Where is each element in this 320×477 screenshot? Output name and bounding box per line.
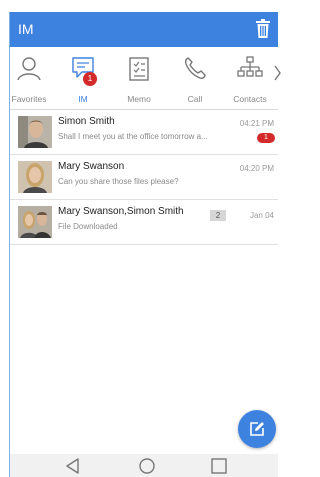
system-nav-bar (10, 454, 278, 477)
chevron-right-icon[interactable] (274, 65, 281, 81)
avatar (18, 161, 52, 193)
message-time: Jan 04 (249, 211, 274, 220)
trash-icon[interactable] (256, 19, 270, 38)
home-icon[interactable] (136, 457, 158, 475)
phone-icon (184, 57, 206, 79)
message-preview: Shall I meet you at the office tomorrow … (58, 132, 208, 141)
contact-name: Mary Swanson,Simon Smith (58, 206, 184, 217)
tab-label-im: IM (78, 94, 88, 104)
memo-icon (129, 57, 149, 81)
tab-label-memo: Memo (127, 94, 151, 104)
tab-im[interactable]: 1 IM (56, 47, 110, 109)
tab-contacts[interactable]: Contacts (223, 47, 277, 109)
compose-icon (250, 422, 264, 436)
contact-name: Mary Swanson (58, 161, 125, 172)
message-preview: Can you share those files please? (58, 177, 179, 186)
tab-label-favorites: Favorites (11, 94, 47, 104)
tab-bar: Favorites 1 IM Memo Call Contacts (10, 47, 281, 110)
phone-frame: IM Favorites 1 IM Memo Call Contacts Sim… (0, 0, 281, 477)
tab-memo[interactable]: Memo (112, 47, 166, 109)
recents-icon[interactable] (208, 457, 230, 475)
message-time: 04:21 PM (239, 119, 274, 128)
compose-button[interactable] (238, 410, 276, 448)
member-count-badge: 2 (210, 210, 226, 221)
conversation-row[interactable]: Simon Smith Shall I meet you at the offi… (10, 110, 278, 155)
tab-label-contacts: Contacts (233, 94, 267, 104)
contact-name: Simon Smith (58, 116, 115, 127)
message-preview: File Downloaded (58, 222, 118, 231)
tab-call[interactable]: Call (168, 47, 222, 109)
tab-favorites[interactable]: Favorites (2, 47, 56, 109)
tab-label-call: Call (187, 94, 203, 104)
avatar (18, 116, 52, 148)
conversation-row[interactable]: Mary Swanson Can you share those files p… (10, 155, 278, 200)
message-time: 04:20 PM (239, 164, 274, 173)
tab-im-badge: 1 (83, 72, 97, 86)
person-icon (17, 57, 41, 81)
app-bar: IM (10, 12, 278, 47)
app-screen: IM Favorites 1 IM Memo Call Contacts Sim… (9, 12, 281, 477)
conversation-list: Simon Smith Shall I meet you at the offi… (10, 110, 278, 245)
page-title: IM (18, 21, 34, 37)
conversation-row[interactable]: Mary Swanson,Simon Smith File Downloaded… (10, 200, 278, 245)
unread-badge: 1 (257, 133, 275, 143)
group-avatar (18, 206, 52, 238)
back-icon[interactable] (62, 457, 84, 475)
org-chart-icon (237, 56, 263, 77)
